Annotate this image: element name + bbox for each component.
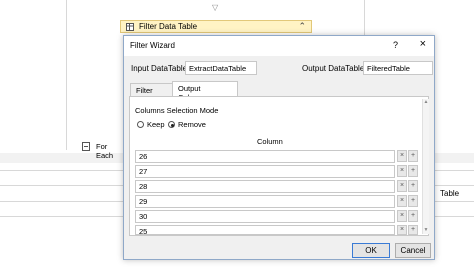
collapse-icon[interactable]: ⌃ [298,21,306,32]
filter-wizard-dialog: Filter Wizard ? × Input DataTable Extrac… [123,35,435,260]
remove-radio-label: Remove [178,120,206,129]
dialog-title: Filter Wizard [130,41,175,50]
keep-radio[interactable] [137,121,144,128]
remove-row-button[interactable]: × [397,225,407,235]
remove-radio[interactable] [168,121,175,128]
flow-arrow-icon: ▽ [212,3,219,12]
add-row-button[interactable]: + [408,210,418,222]
add-row-button[interactable]: + [408,180,418,192]
tab-output-columns[interactable]: Output Columns [172,81,238,102]
column-input[interactable]: 29 [135,195,395,208]
output-datatable-label: Output DataTable [302,64,365,73]
input-datatable-label: Input DataTable [131,64,188,73]
dialog-titlebar: Filter Wizard ? × [124,36,434,56]
add-row-button[interactable]: + [408,165,418,177]
add-row-button[interactable]: + [408,150,418,162]
canvas-border-left [66,0,67,150]
close-icon[interactable]: × [420,38,426,50]
scroll-up-icon[interactable]: ▲ [423,99,429,106]
ok-button[interactable]: OK [352,243,390,258]
remove-row-button[interactable]: × [397,150,407,162]
data-table-icon [126,23,134,31]
remove-row-button[interactable]: × [397,180,407,192]
activity-header[interactable]: Filter Data Table ⌃ [120,20,312,33]
column-input[interactable]: 25 [135,225,395,235]
output-columns-panel: Columns Selection Mode Keep Remove Colum… [129,96,429,236]
column-input[interactable]: 30 [135,210,395,223]
add-row-button[interactable]: + [408,225,418,235]
tab-filter-rows[interactable]: Filter Rows [130,83,173,104]
cancel-button[interactable]: Cancel [395,243,431,258]
remove-row-button[interactable]: × [397,165,407,177]
add-row-button[interactable]: + [408,195,418,207]
foreach-icon [82,142,90,151]
help-icon[interactable]: ? [393,40,398,50]
column-input[interactable]: 26 [135,150,395,163]
column-input[interactable]: 28 [135,180,395,193]
scroll-down-icon[interactable]: ▼ [423,227,429,234]
column-input[interactable]: 27 [135,165,395,178]
remove-row-button[interactable]: × [397,210,407,222]
input-datatable-field[interactable]: ExtractDataTable [185,61,257,75]
keep-radio-label: Keep [147,120,165,129]
output-datatable-field[interactable]: FilteredTable [363,61,433,75]
foreach-activity[interactable]: For Each [80,140,124,160]
right-partial-label: Table [440,189,460,198]
vertical-scrollbar[interactable]: ▲ ▼ [422,99,429,234]
activity-title: Filter Data Table [139,22,198,31]
selection-mode-label: Columns Selection Mode [135,106,219,115]
column-header: Column [257,137,283,146]
remove-row-button[interactable]: × [397,195,407,207]
foreach-label: For Each [96,142,114,160]
